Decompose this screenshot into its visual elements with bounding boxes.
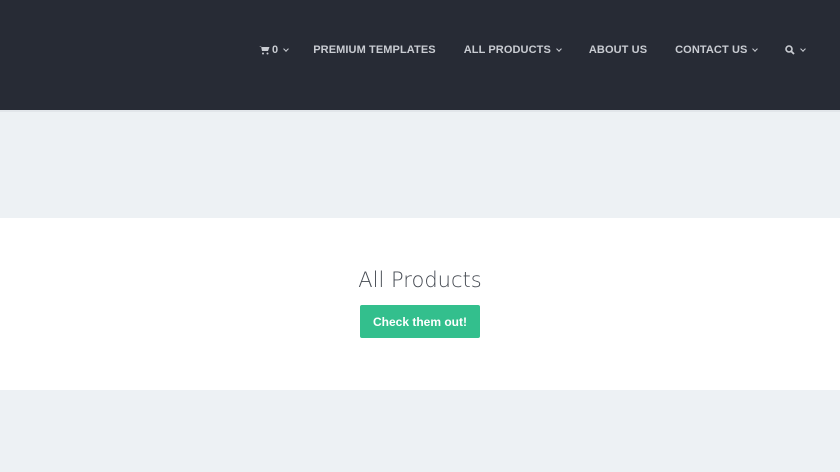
- cart-menu[interactable]: 0: [259, 44, 290, 56]
- chevron-down-icon: [800, 45, 807, 52]
- section-title: All Products: [358, 268, 482, 292]
- main-menu: 0 PREMIUM TEMPLATES ALL PRODUCTS ABOUT U…: [259, 44, 807, 56]
- cart-count: 0: [272, 44, 279, 56]
- nav-label: CONTACT US: [675, 44, 748, 56]
- chevron-down-icon: [752, 45, 759, 52]
- top-navbar: 0 PREMIUM TEMPLATES ALL PRODUCTS ABOUT U…: [0, 0, 840, 110]
- check-them-out-button[interactable]: Check them out!: [359, 305, 480, 338]
- nav-label: ABOUT US: [588, 44, 648, 56]
- cart-icon: [259, 46, 270, 55]
- nav-all-products[interactable]: ALL PRODUCTS: [463, 44, 562, 56]
- nav-contact-us[interactable]: CONTACT US: [675, 44, 759, 56]
- search-icon: [785, 45, 796, 55]
- nav-label: ALL PRODUCTS: [463, 44, 551, 56]
- nav-about-us[interactable]: ABOUT US: [589, 44, 647, 56]
- nav-premium-templates[interactable]: PREMIUM TEMPLATES: [313, 44, 436, 56]
- banner-band: [0, 112, 840, 218]
- chevron-down-icon: [556, 45, 562, 52]
- chevron-down-icon: [283, 45, 290, 52]
- search-toggle[interactable]: [785, 45, 807, 55]
- all-products-section: All Products Check them out!: [0, 218, 840, 390]
- nav-label: PREMIUM TEMPLATES: [313, 44, 436, 56]
